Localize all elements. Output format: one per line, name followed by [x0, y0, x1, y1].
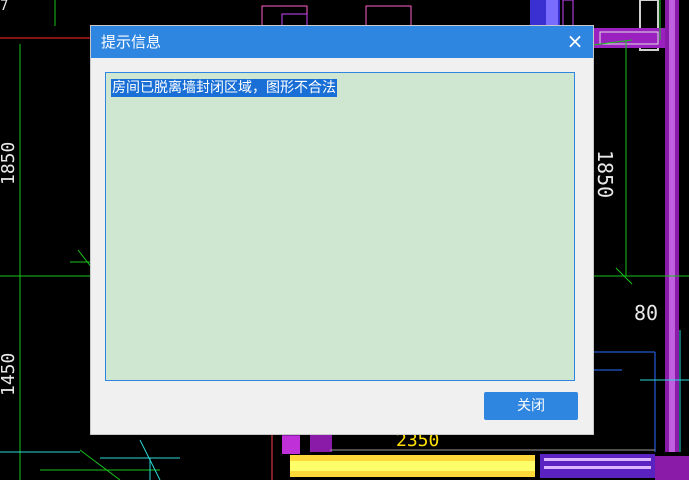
dialog-titlebar[interactable]: 提示信息 × — [91, 26, 593, 58]
message-text: 房间已脱离墙封闭区域，图形不合法 — [111, 79, 337, 97]
dim-text-1450: 1450 — [0, 353, 19, 396]
message-dialog: 提示信息 × 房间已脱离墙封闭区域，图形不合法 关闭 — [91, 26, 593, 434]
message-textbox[interactable]: 房间已脱离墙封闭区域，图形不合法 — [105, 72, 575, 381]
dim-text-7: 7 — [0, 0, 8, 14]
close-button[interactable]: 关闭 — [484, 392, 578, 420]
dialog-title: 提示信息 — [101, 33, 162, 51]
dim-text-80: 80 — [634, 301, 658, 325]
dim-text-1850: 1850 — [0, 142, 19, 185]
close-icon[interactable]: × — [563, 29, 587, 53]
dim-text-1850-right: 1850 — [593, 150, 617, 198]
